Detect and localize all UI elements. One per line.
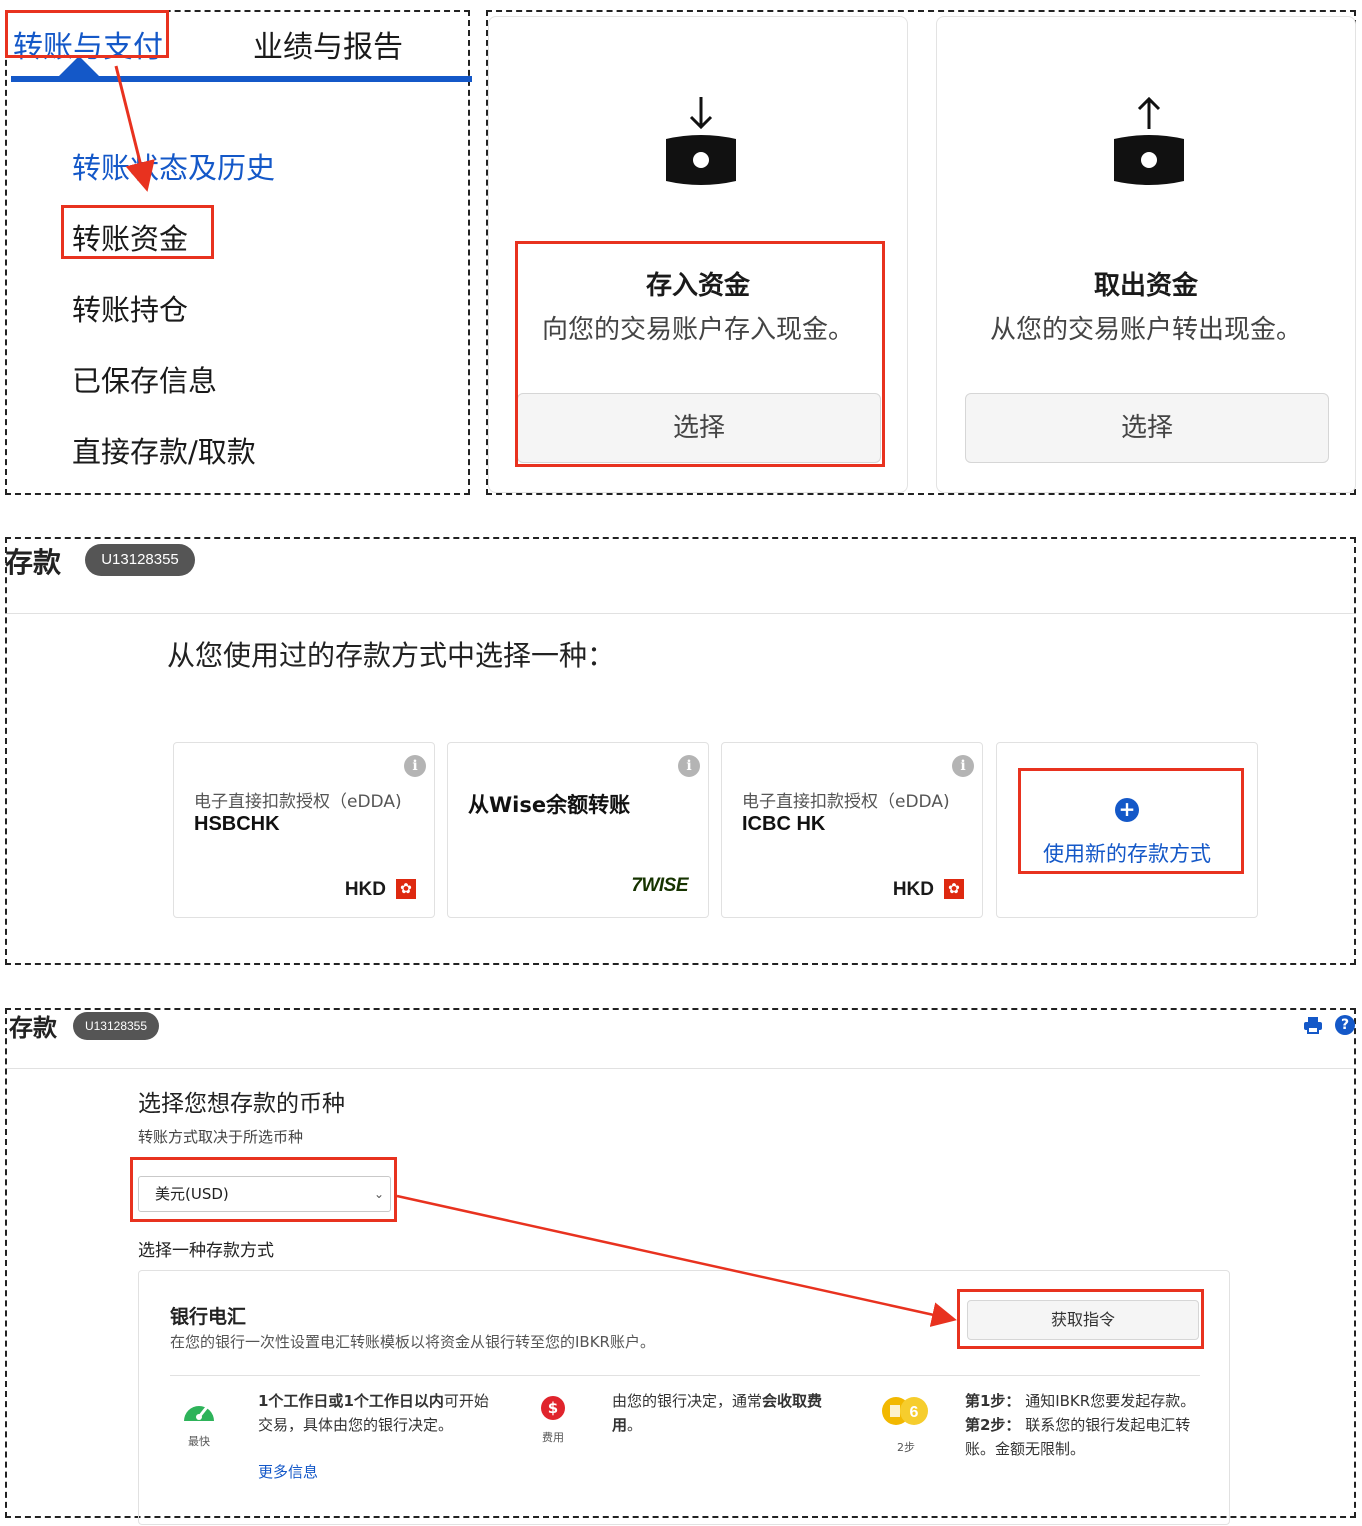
page-title: 存款 xyxy=(9,1014,57,1042)
method-prompt: 从您使用过的存款方式中选择一种： xyxy=(167,639,616,672)
info-icon[interactable]: i xyxy=(678,755,700,777)
info-icon[interactable]: i xyxy=(404,755,426,777)
fee-text-pre: 由您的银行决定，通常 xyxy=(612,1392,763,1410)
currency-wire-panel: 存款 U13128355 ? 选择您想存款的币种 转账方式取决于所选币种 美元(… xyxy=(5,1008,1356,1525)
divider xyxy=(170,1375,1200,1376)
divider xyxy=(7,1068,1354,1069)
method-currency: HKD xyxy=(892,879,934,900)
menu-transfer-positions[interactable]: 转账持仓 xyxy=(72,287,188,329)
tab-underline xyxy=(11,76,472,82)
fee-caption: 费用 xyxy=(542,1431,564,1444)
withdraw-description: 从您的交易账户转出现金。 xyxy=(989,315,1302,345)
step1-text: 通知IBKR您要发起存款。 xyxy=(1025,1392,1196,1410)
highlight-currency-select xyxy=(130,1157,397,1222)
hong-kong-flag-icon: ✿ xyxy=(944,879,964,899)
speed-caption: 最快 xyxy=(188,1435,210,1448)
step1-label: 第1步： xyxy=(965,1392,1021,1410)
steps-caption: 2步 xyxy=(897,1441,915,1454)
method-subtitle: 电子直接扣款授权（eDDA) xyxy=(742,792,950,812)
currency-heading: 选择您想存款的币种 xyxy=(138,1091,345,1117)
highlight-transfers-tab xyxy=(5,10,169,58)
withdraw-title: 取出资金 xyxy=(1093,271,1198,301)
svg-text:6: 6 xyxy=(910,1404,919,1421)
tab-performance-reports[interactable]: 业绩与报告 xyxy=(253,22,403,66)
method-card-wise[interactable]: i 从Wise余额转账 7WISE xyxy=(447,742,709,918)
divider xyxy=(7,613,1354,614)
money-arrow-down-icon xyxy=(666,97,736,185)
account-badge: U13128355 xyxy=(73,1012,159,1040)
page-title: 存款 xyxy=(5,546,62,579)
highlight-get-instructions xyxy=(957,1289,1204,1349)
currency-subheading: 转账方式取决于所选币种 xyxy=(138,1128,304,1146)
method-subtitle: 电子直接扣款授权（eDDA) xyxy=(194,792,402,812)
method-name: ICBC HK xyxy=(742,813,826,835)
active-tab-pointer xyxy=(57,56,101,78)
wire-description: 在您的银行一次性设置电汇转账模板以将资金从银行转至您的IBKR账户。 xyxy=(170,1333,655,1351)
print-icon[interactable] xyxy=(1303,1015,1323,1035)
speed-text: 1个工作日或1个工作日以内可开始交易，具体由您的银行决定。 xyxy=(258,1389,503,1437)
method-title: 从Wise余额转账 xyxy=(468,793,631,817)
method-select-label: 选择一种存款方式 xyxy=(138,1241,274,1261)
method-name: HSBCHK xyxy=(194,813,280,835)
menu-direct-deposit-withdrawal[interactable]: 直接存款/取款 xyxy=(72,429,256,471)
info-icon[interactable]: i xyxy=(952,755,974,777)
deposit-methods-panel: 存款 U13128355 从您使用过的存款方式中选择一种： i 电子直接扣款授权… xyxy=(5,537,1356,965)
withdraw-select-button[interactable]: 选择 xyxy=(965,393,1329,463)
speedometer-icon xyxy=(184,1406,214,1421)
two-steps-icon: 6 xyxy=(882,1397,928,1425)
step2-label: 第2步： xyxy=(965,1416,1021,1434)
more-info-link[interactable]: 更多信息 xyxy=(258,1461,318,1482)
fee-text-post: 。 xyxy=(627,1416,643,1434)
wire-title: 银行电汇 xyxy=(170,1306,247,1328)
wise-logo: 7WISE xyxy=(631,875,688,896)
steps-text: 第1步： 通知IBKR您要发起存款。 第2步： 联系您的银行发起电汇转账。金额无… xyxy=(965,1389,1205,1461)
method-card-icbc-hk[interactable]: i 电子直接扣款授权（eDDA) ICBC HK HKD ✿ xyxy=(721,742,983,918)
hong-kong-flag-icon: ✿ xyxy=(396,879,416,899)
dollar-fee-icon: $ xyxy=(541,1396,565,1420)
method-card-hsbchk[interactable]: i 电子直接扣款授权（eDDA) HSBCHK HKD ✿ xyxy=(173,742,435,918)
speed-text-bold: 1个工作日或1个工作日以内 xyxy=(258,1392,444,1410)
withdraw-card: 取出资金 从您的交易账户转出现金。 选择 xyxy=(936,16,1356,493)
money-arrow-up-icon xyxy=(1114,96,1184,185)
menu-transfer-status-history[interactable]: 转账状态及历史 xyxy=(72,145,275,187)
fee-text: 由您的银行决定，通常会收取费用。 xyxy=(612,1389,852,1437)
method-currency: HKD xyxy=(344,879,386,900)
highlight-deposit-option xyxy=(515,241,885,467)
menu-saved-information[interactable]: 已保存信息 xyxy=(72,358,217,400)
help-icon[interactable]: ? xyxy=(1335,1015,1355,1035)
highlight-new-method xyxy=(1018,768,1244,874)
highlight-transfer-funds xyxy=(61,205,214,259)
account-badge: U13128355 xyxy=(85,544,195,576)
